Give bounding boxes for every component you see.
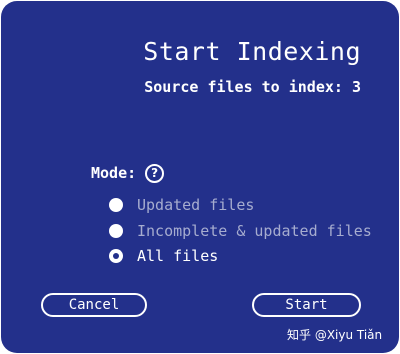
question-circle-icon[interactable]: ? (145, 163, 165, 183)
watermark: 知乎 @Xiyu Tiǎn (287, 328, 383, 342)
radio-button-selected[interactable] (109, 249, 123, 263)
mode-row: Mode: ? (91, 162, 165, 184)
radio-option-label: Incomplete & updated files (137, 222, 372, 240)
radio-option-label: All files (137, 247, 219, 265)
radio-button[interactable] (109, 224, 123, 238)
mode-label: Mode: (91, 164, 137, 182)
radio-option-label: Updated files (137, 196, 255, 214)
radio-option-incomplete-updated-files[interactable]: Incomplete & updated files (109, 221, 372, 241)
radio-button[interactable] (109, 198, 123, 212)
dialog-title: Start Indexing (143, 37, 361, 66)
radio-option-updated-files[interactable]: Updated files (109, 195, 254, 215)
start-indexing-dialog: Start Indexing Source files to index: 3 … (1, 1, 399, 353)
start-button[interactable]: Start (252, 293, 361, 317)
cancel-button[interactable]: Cancel (41, 293, 147, 317)
source-files-count: Source files to index: 3 (144, 78, 361, 96)
radio-option-all-files[interactable]: All files (109, 246, 218, 266)
